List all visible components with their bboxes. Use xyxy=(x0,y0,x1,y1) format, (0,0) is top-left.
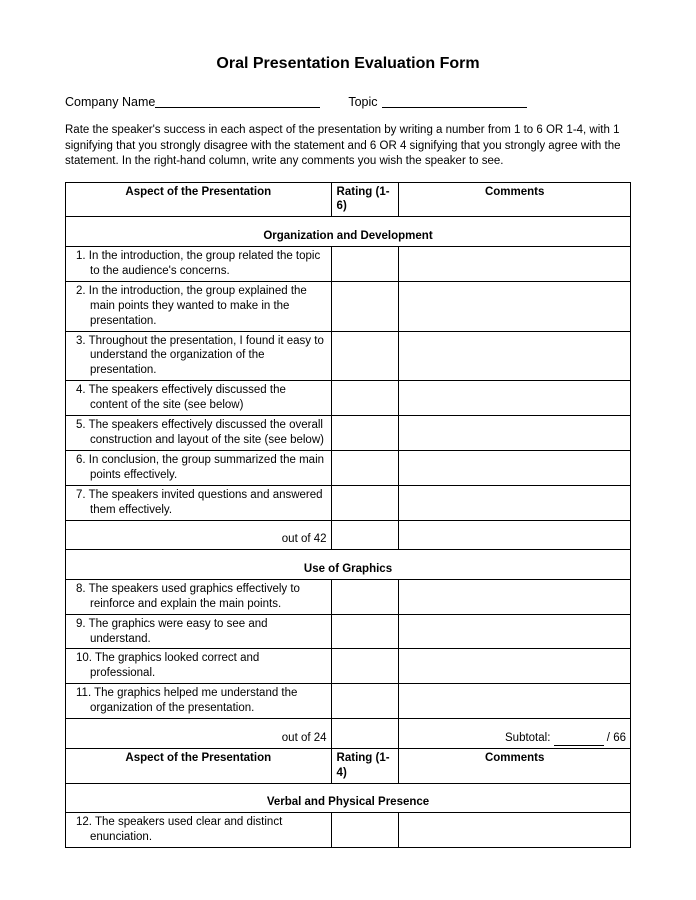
out-of-row: out of 24 Subtotal: / 66 xyxy=(66,729,631,748)
table-row: 9. The graphics were easy to see and und… xyxy=(66,614,631,649)
item-text: 11. The graphics helped me understand th… xyxy=(85,686,326,716)
rating-cell[interactable] xyxy=(331,281,399,331)
comments-cell[interactable] xyxy=(399,579,631,614)
section-graphics-title: Use of Graphics xyxy=(66,560,631,579)
section-organization-title: Organization and Development xyxy=(66,227,631,246)
table-row: 10. The graphics looked correct and prof… xyxy=(66,649,631,684)
out-of-24: out of 24 xyxy=(66,729,332,748)
item-text: 6. In conclusion, the group summarized t… xyxy=(85,453,326,483)
rating-cell[interactable] xyxy=(331,416,399,451)
section-verbal-title: Verbal and Physical Presence xyxy=(66,793,631,812)
rating-cell[interactable] xyxy=(331,812,399,847)
comments-cell[interactable] xyxy=(399,451,631,486)
company-name-label: Company Name xyxy=(65,95,155,109)
rating-cell[interactable] xyxy=(331,579,399,614)
table-row: 12. The speakers used clear and distinct… xyxy=(66,812,631,847)
comments-cell[interactable] xyxy=(399,812,631,847)
table-row: 7. The speakers invited questions and an… xyxy=(66,485,631,520)
company-name-input[interactable] xyxy=(155,95,320,108)
subtotal-cell: Subtotal: / 66 xyxy=(399,729,631,748)
header-rating-14: Rating (1-4) xyxy=(331,748,399,783)
comments-cell[interactable] xyxy=(399,246,631,281)
item-text: 10. The graphics looked correct and prof… xyxy=(85,651,326,681)
header-aspect: Aspect of the Presentation xyxy=(66,182,332,217)
comments-cell[interactable] xyxy=(399,649,631,684)
rating-cell[interactable] xyxy=(331,684,399,719)
evaluation-table: Aspect of the Presentation Rating (1-6) … xyxy=(65,182,631,848)
instructions-text: Rate the speaker's success in each aspec… xyxy=(65,123,631,170)
item-text: 9. The graphics were easy to see and und… xyxy=(85,617,326,647)
rating-cell[interactable] xyxy=(331,246,399,281)
table-row: 6. In conclusion, the group summarized t… xyxy=(66,451,631,486)
subtotal-input[interactable] xyxy=(554,734,604,746)
item-text: 2. In the introduction, the group explai… xyxy=(85,284,326,329)
rating-total-cell[interactable] xyxy=(331,530,399,549)
comments-cell[interactable] xyxy=(399,614,631,649)
rating-cell[interactable] xyxy=(331,649,399,684)
out-of-row: out of 42 xyxy=(66,530,631,549)
item-text: 7. The speakers invited questions and an… xyxy=(85,488,326,518)
comments-cell[interactable] xyxy=(399,485,631,520)
rating-cell[interactable] xyxy=(331,451,399,486)
item-text: 12. The speakers used clear and distinct… xyxy=(85,815,326,845)
item-text: 4. The speakers effectively discussed th… xyxy=(85,383,326,413)
item-text: 8. The speakers used graphics effectivel… xyxy=(85,582,326,612)
item-text: 1. In the introduction, the group relate… xyxy=(85,249,326,279)
page-title: Oral Presentation Evaluation Form xyxy=(65,55,631,73)
header-comments: Comments xyxy=(399,182,631,217)
table-row: 5. The speakers effectively discussed th… xyxy=(66,416,631,451)
table-row: 1. In the introduction, the group relate… xyxy=(66,246,631,281)
table-row: 2. In the introduction, the group explai… xyxy=(66,281,631,331)
header-aspect-2: Aspect of the Presentation xyxy=(66,748,332,783)
comments-cell[interactable] xyxy=(399,381,631,416)
table-row: 8. The speakers used graphics effectivel… xyxy=(66,579,631,614)
comments-cell[interactable] xyxy=(399,281,631,331)
comments-cell[interactable] xyxy=(399,416,631,451)
comments-cell[interactable] xyxy=(399,331,631,381)
rating-total-cell[interactable] xyxy=(331,729,399,748)
rating-cell[interactable] xyxy=(331,381,399,416)
table-row: 11. The graphics helped me understand th… xyxy=(66,684,631,719)
table-header-row-2: Aspect of the Presentation Rating (1-4) … xyxy=(66,748,631,783)
topic-input[interactable] xyxy=(382,95,527,108)
header-rating-16: Rating (1-6) xyxy=(331,182,399,217)
comments-cell[interactable] xyxy=(399,684,631,719)
item-text: 3. Throughout the presentation, I found … xyxy=(85,334,326,379)
table-row: 4. The speakers effectively discussed th… xyxy=(66,381,631,416)
item-text: 5. The speakers effectively discussed th… xyxy=(85,418,326,448)
out-of-42: out of 42 xyxy=(66,530,332,549)
rating-cell[interactable] xyxy=(331,485,399,520)
meta-line: Company Name Topic xyxy=(65,95,631,109)
table-row: 3. Throughout the presentation, I found … xyxy=(66,331,631,381)
table-header-row: Aspect of the Presentation Rating (1-6) … xyxy=(66,182,631,217)
rating-cell[interactable] xyxy=(331,331,399,381)
header-comments-2: Comments xyxy=(399,748,631,783)
topic-label: Topic xyxy=(348,95,377,109)
rating-cell[interactable] xyxy=(331,614,399,649)
